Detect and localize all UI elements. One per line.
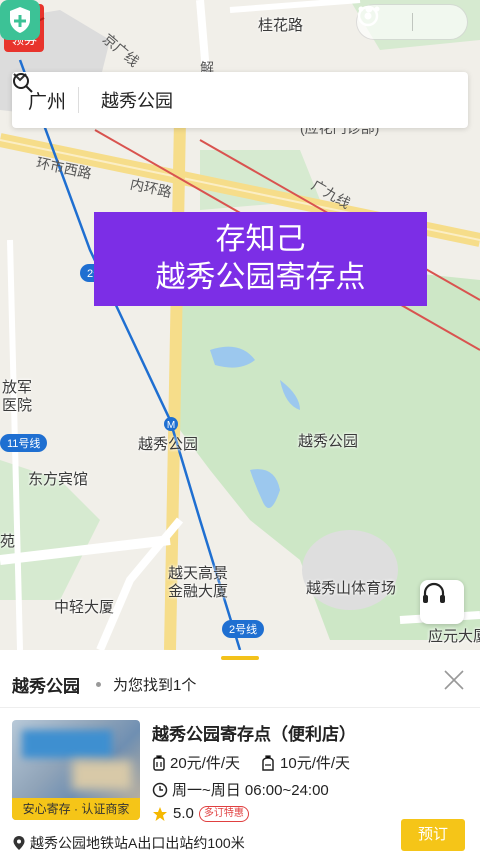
clock-icon	[152, 782, 168, 797]
map-label-yiyuan: 医院	[2, 397, 33, 414]
map-label-zhongqing: 中轻大厦	[54, 599, 115, 616]
rating-value: 5.0	[173, 805, 194, 822]
panel-title: 越秀公园	[12, 677, 80, 696]
opening-hours: 周一~周日 06:00~24:00	[152, 779, 329, 800]
result-panel: 越秀公园 为您找到1个 安心寄存 · 认证商家 越秀公园寄存点（便利店） 20元…	[0, 650, 480, 856]
price-small-text: 20元/件/天	[170, 755, 241, 772]
separator-dot	[96, 682, 101, 687]
headset-icon	[423, 582, 445, 603]
close-miniprogram-button[interactable]	[357, 4, 467, 40]
close-icon[interactable]	[442, 668, 466, 692]
search-bar: 广州 越秀公园	[12, 72, 468, 128]
thumbnail-sign	[22, 730, 112, 758]
price-small-luggage: 20元/件/天	[152, 752, 240, 773]
map-label-yuan: 苑	[0, 533, 16, 550]
map-label-park: 越秀公园	[298, 433, 359, 450]
map-view[interactable]: 桂花路 京广线 解 (应花门诊部) 环市西路 内环路 广九线 放军 医院 越秀公…	[0, 0, 480, 650]
search-input[interactable]: 越秀公园	[101, 87, 173, 113]
divider	[0, 707, 480, 708]
result-count: 为您找到1个	[113, 677, 197, 694]
map-label-metro-station: 越秀公园	[138, 436, 199, 453]
map-label-yuetian2: 金融大厦	[168, 583, 229, 600]
price-backpack-text: 10元/件/天	[280, 755, 351, 772]
map-label-stadium: 越秀山体育场	[306, 580, 397, 597]
panel-header: 越秀公园 为您找到1个	[12, 672, 196, 697]
book-button[interactable]: 预订	[401, 819, 465, 851]
suitcase-icon	[153, 754, 165, 771]
mini-program-capsule	[356, 4, 468, 40]
price-row: 20元/件/天 10元/件/天	[152, 752, 370, 773]
overlay-brand: 存知己	[215, 223, 306, 256]
rating-row: 5.0 多订特惠	[152, 805, 249, 822]
thumbnail-interior	[72, 760, 132, 790]
metro-line-badge: 2号线	[222, 620, 265, 638]
location-icon	[13, 836, 25, 850]
store-name[interactable]: 越秀公园寄存点（便利店）	[152, 720, 356, 745]
backpack-icon	[262, 754, 274, 771]
overlay-subtitle: 越秀公园寄存点	[155, 261, 366, 294]
insurance-shield-icon[interactable]	[0, 0, 40, 40]
promo-overlay: 存知己 越秀公园寄存点	[94, 212, 427, 306]
address-row: 越秀公园地铁站A出口出站约100米	[12, 833, 245, 853]
customer-service-button[interactable]	[420, 580, 464, 624]
metro-line-badge: 11号线	[0, 434, 48, 452]
metro-station-icon[interactable]: M	[163, 416, 179, 432]
store-thumbnail[interactable]: 安心寄存 · 认证商家	[12, 720, 140, 820]
map-label-yingyuan: 应元大厦	[428, 628, 480, 645]
drag-handle[interactable]	[221, 656, 259, 660]
certified-tag: 安心寄存 · 认证商家	[12, 798, 140, 820]
hours-text: 周一~周日 06:00~24:00	[172, 782, 329, 799]
address-text: 越秀公园地铁站A出口出站约100米	[30, 835, 245, 851]
search-icon	[13, 73, 33, 93]
map-label-guihua: 桂花路	[258, 17, 304, 34]
map-label-dongfang: 东方宾馆	[28, 471, 89, 488]
search-divider	[78, 87, 80, 113]
discount-badge: 多订特惠	[198, 805, 249, 822]
star-icon	[153, 806, 167, 821]
price-backpack: 10元/件/天	[260, 752, 350, 773]
target-icon	[357, 5, 379, 27]
svg-text:M: M	[167, 420, 175, 431]
